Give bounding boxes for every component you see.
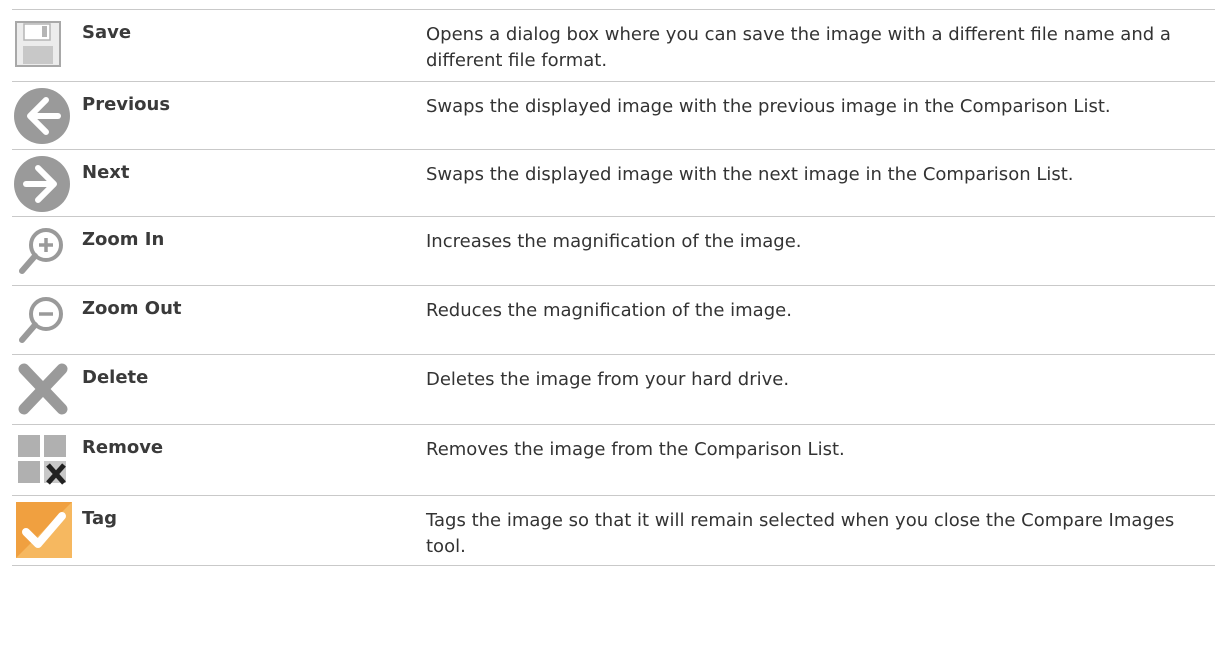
tool-name: Zoom In bbox=[82, 229, 165, 250]
tool-description: Reduces the magnification of the image. bbox=[426, 285, 1215, 355]
tool-description: Tags the image so that it will remain se… bbox=[426, 495, 1215, 566]
table-row: Delete Deletes the image from your hard … bbox=[12, 354, 1215, 425]
previous-arrow-icon bbox=[14, 88, 70, 144]
tool-name: Zoom Out bbox=[82, 298, 182, 319]
table-row: Zoom In Increases the magnification of t… bbox=[12, 216, 1215, 286]
toolbar-buttons-table: Save Opens a dialog box where you can sa… bbox=[12, 9, 1215, 566]
tool-name: Save bbox=[82, 22, 132, 43]
table-row: Save Opens a dialog box where you can sa… bbox=[12, 9, 1215, 82]
tool-description: Swaps the displayed image with the next … bbox=[426, 149, 1215, 217]
tool-description: Removes the image from the Comparison Li… bbox=[426, 424, 1215, 496]
table-row: Tag Tags the image so that it will remai… bbox=[12, 495, 1215, 566]
remove-grid-icon bbox=[18, 435, 66, 485]
tool-description: Deletes the image from your hard drive. bbox=[426, 354, 1215, 425]
tool-name: Remove bbox=[82, 437, 164, 458]
next-arrow-icon bbox=[14, 156, 70, 212]
tag-check-icon bbox=[16, 502, 72, 558]
tool-name: Tag bbox=[82, 508, 117, 529]
tool-name: Next bbox=[82, 162, 130, 183]
tool-description: Swaps the displayed image with the previ… bbox=[426, 81, 1215, 150]
zoom-out-icon bbox=[19, 297, 63, 343]
save-disk-icon bbox=[15, 21, 61, 67]
tool-name: Delete bbox=[82, 367, 149, 388]
zoom-in-icon bbox=[19, 228, 63, 274]
table-row: Zoom Out Reduces the magnification of th… bbox=[12, 285, 1215, 355]
table-row: Next Swaps the displayed image with the … bbox=[12, 149, 1215, 217]
delete-x-icon bbox=[18, 363, 68, 415]
table-row: Remove Removes the image from the Compar… bbox=[12, 424, 1215, 496]
tool-description: Increases the magnification of the image… bbox=[426, 216, 1215, 286]
tool-description: Opens a dialog box where you can save th… bbox=[426, 9, 1215, 82]
tool-name: Previous bbox=[82, 94, 171, 115]
table-row: Previous Swaps the displayed image with … bbox=[12, 81, 1215, 150]
